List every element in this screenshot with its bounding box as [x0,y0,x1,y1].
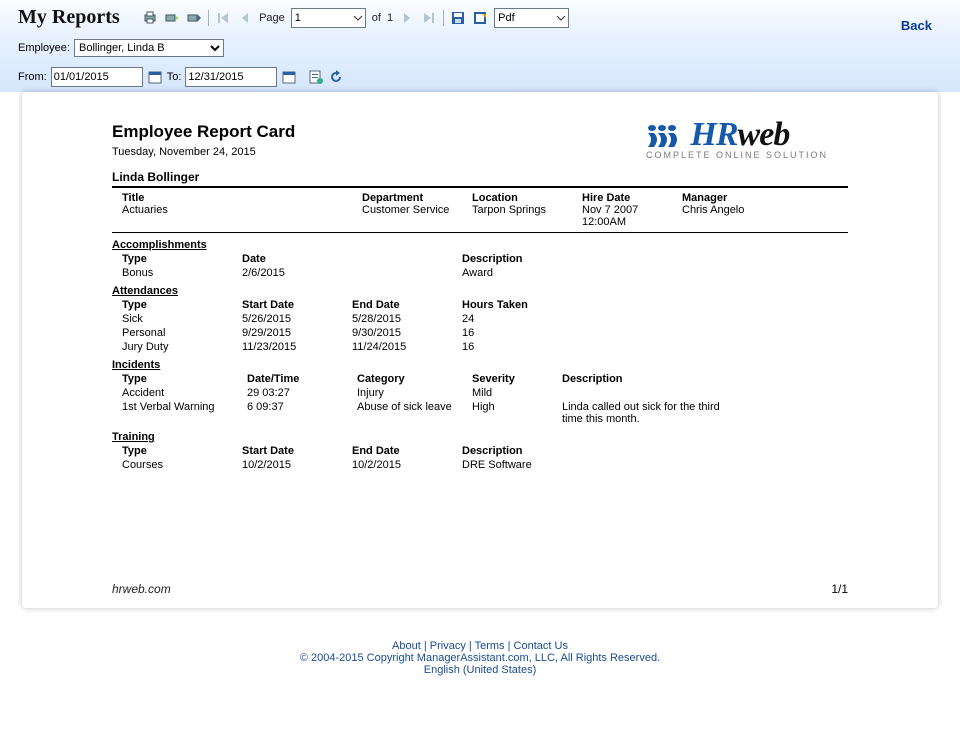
run-report-icon[interactable] [308,69,324,85]
to-date-input[interactable] [185,67,277,87]
total-pages: 1 [387,12,393,24]
back-link[interactable]: Back [901,18,932,33]
from-label: From: [18,71,47,83]
calendar-from-icon[interactable] [147,69,163,85]
page-label: Page [259,12,285,24]
footer-locale: English (United States) [424,664,537,676]
info-header-dept: Department [362,192,472,204]
footer-terms[interactable]: Terms [475,640,505,652]
footer-copyright: © 2004-2015 Copyright ManagerAssistant.c… [300,652,660,664]
calendar-to-icon[interactable] [281,69,297,85]
toolbar-area: My Reports Page of 1 Back Employee: Boll… [0,0,960,92]
page-footer: About | Privacy | Terms | Contact Us © 2… [0,640,960,676]
section-accomplishments: Accomplishments [112,239,848,251]
info-header-hire: Hire Date [582,192,682,204]
section-incidents: Incidents [112,359,848,371]
from-date-input[interactable] [51,67,143,87]
section-attendances: Attendances [112,285,848,297]
export-format-select[interactable] [494,8,569,28]
print-icon[interactable] [142,10,158,26]
report-page: HRweb COMPLETE ONLINE SOLUTION Employee … [22,92,938,608]
employee-select[interactable]: Bollinger, Linda B [74,39,224,57]
page-title: My Reports [18,6,120,28]
info-header-mgr: Manager [682,192,842,204]
footer-site: hrweb.com [112,582,171,596]
employee-label: Employee: [18,42,70,54]
footer-pagenum: 1/1 [831,582,848,596]
last-page-icon[interactable] [421,10,437,26]
report-toolbar: Page of 1 [142,8,569,28]
next-page-icon[interactable] [399,10,415,26]
info-header-loc: Location [472,192,582,204]
employee-name: Linda Bollinger [112,170,848,188]
filter-row: Employee: Bollinger, Linda B [18,39,942,57]
info-header-title: Title [122,192,242,204]
print-layout-icon[interactable] [164,10,180,26]
page-number-input[interactable] [291,8,366,28]
new-window-icon[interactable] [472,10,488,26]
date-filter-row: From: To: [18,67,942,87]
section-training: Training [112,431,848,443]
to-label: To: [167,71,182,83]
prev-page-icon[interactable] [237,10,253,26]
save-icon[interactable] [450,10,466,26]
print-now-icon[interactable] [186,10,202,26]
footer-about[interactable]: About [392,640,421,652]
first-page-icon[interactable] [215,10,231,26]
brand-logo: HRweb COMPLETE ONLINE SOLUTION [646,116,828,160]
footer-contact[interactable]: Contact Us [514,640,568,652]
of-label: of [372,12,381,24]
refresh-icon[interactable] [328,69,344,85]
footer-privacy[interactable]: Privacy [430,640,466,652]
